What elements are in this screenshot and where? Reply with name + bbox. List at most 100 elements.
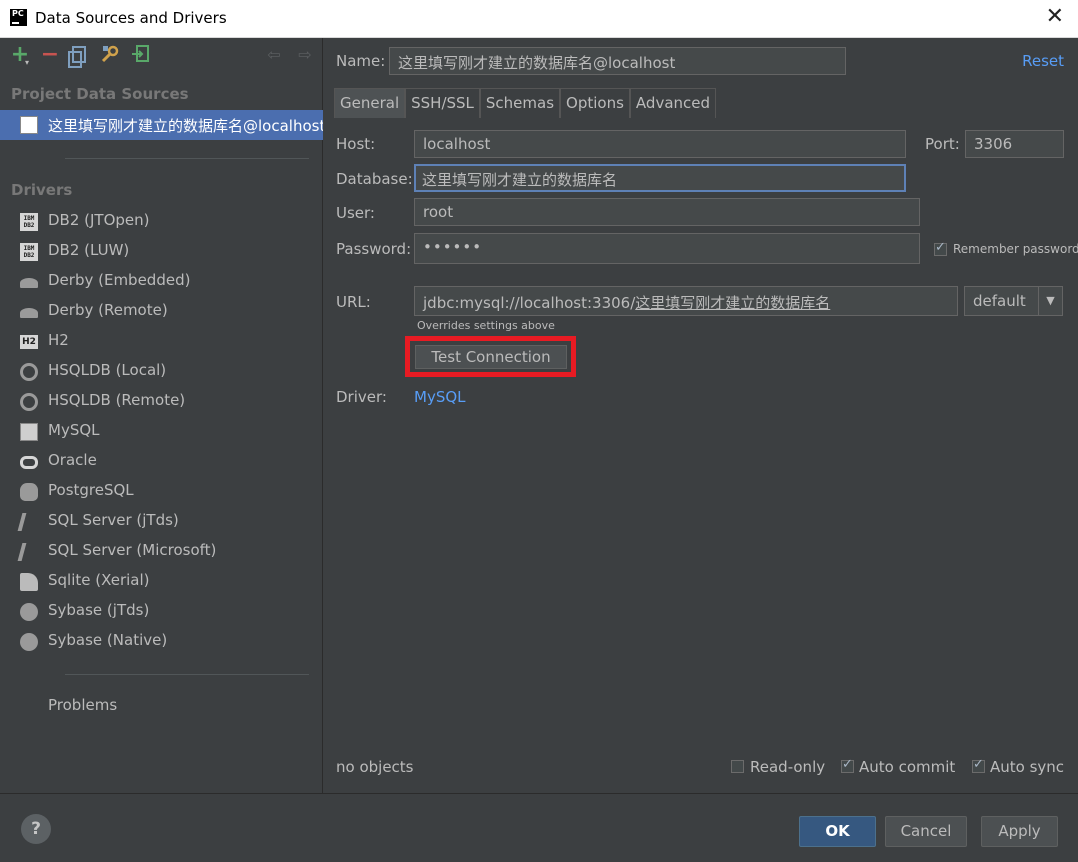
driver-item-sybase-jtds[interactable]: Sybase (jTds) — [0, 597, 323, 627]
driver-label: SQL Server (Microsoft) — [48, 541, 217, 559]
add-icon[interactable]: + ▾ — [9, 44, 31, 68]
back-arrow-icon[interactable]: ⇦ — [263, 44, 285, 66]
apply-button[interactable]: Apply — [981, 816, 1058, 847]
driver-item-oracle[interactable]: Oracle — [0, 447, 323, 477]
driver-item-postgresql[interactable]: PostgreSQL — [0, 477, 323, 507]
left-panel: + ▾ − ⇦ ⇨ Project Data Sources 这里填写刚才建立的数… — [0, 38, 323, 793]
url-input[interactable]: jdbc:mysql://localhost:3306/这里填写刚才建立的数据库… — [414, 286, 958, 316]
user-label: User: — [336, 204, 375, 222]
tab-options[interactable]: Options — [560, 88, 630, 118]
password-input[interactable]: •••••• — [414, 233, 920, 264]
oracle-icon — [20, 456, 38, 469]
driver-item-hsqldb-local[interactable]: HSQLDB (Local) — [0, 357, 323, 387]
duplicate-icon[interactable] — [68, 44, 90, 68]
driver-properties-icon[interactable] — [99, 44, 121, 66]
auto-sync-label: Auto sync — [990, 758, 1065, 776]
driver-item-sqlserver-microsoft[interactable]: SQL Server (Microsoft) — [0, 537, 323, 567]
driver-item-derby-embedded[interactable]: Derby (Embedded) — [0, 267, 323, 297]
tab-ssh-ssl[interactable]: SSH/SSL — [405, 88, 480, 118]
tab-schemas[interactable]: Schemas — [479, 88, 561, 118]
driver-label: DB2 (LUW) — [48, 241, 130, 259]
mysql-icon — [20, 423, 38, 441]
remove-icon[interactable]: − — [39, 44, 61, 66]
right-panel: Name: 这里填写刚才建立的数据库名@localhost Reset Gene… — [324, 38, 1078, 793]
left-toolbar: + ▾ − ⇦ ⇨ — [0, 38, 323, 76]
driver-item-mysql[interactable]: MySQL — [0, 417, 323, 447]
driver-item-db2-jtopen[interactable]: IBM DB2 DB2 (JTOpen) — [0, 207, 323, 237]
pc-icon: PC — [10, 9, 27, 26]
mysql-icon — [20, 116, 38, 134]
data-source-item-selected[interactable]: 这里填写刚才建立的数据库名@localhost — [0, 110, 323, 140]
hsqldb-icon — [20, 363, 38, 381]
forward-arrow-icon[interactable]: ⇨ — [294, 44, 316, 66]
tab-bar: General SSH/SSL Schemas Options Advanced — [334, 88, 717, 118]
url-database-link: 这里填写刚才建立的数据库名 — [635, 294, 831, 312]
tab-general[interactable]: General — [334, 88, 406, 118]
cancel-button[interactable]: Cancel — [885, 816, 967, 847]
driver-label: Driver: — [336, 388, 387, 406]
read-only-checkbox[interactable] — [731, 760, 744, 773]
auto-sync-checkbox[interactable] — [972, 757, 985, 773]
window-title: Data Sources and Drivers — [35, 9, 227, 27]
auto-commit-label: Auto commit — [859, 758, 956, 776]
read-only-label: Read-only — [750, 758, 826, 776]
h2-icon: H2 — [20, 335, 38, 349]
driver-item-sqlite-xerial[interactable]: Sqlite (Xerial) — [0, 567, 323, 597]
ok-button[interactable]: OK — [799, 816, 876, 847]
divider — [65, 674, 309, 675]
close-icon[interactable]: ✕ — [1046, 6, 1064, 28]
driver-item-db2-luw[interactable]: IBM DB2 DB2 (LUW) — [0, 237, 323, 267]
driver-label: Sqlite (Xerial) — [48, 571, 150, 589]
url-mode-value: default — [973, 292, 1026, 310]
password-label: Password: — [336, 240, 412, 258]
url-prefix: jdbc:mysql://localhost:3306/ — [423, 294, 636, 312]
host-input[interactable]: localhost — [414, 130, 906, 158]
sqlserver-icon — [17, 513, 41, 531]
user-input[interactable]: root — [414, 198, 920, 226]
db2-icon: IBM DB2 — [20, 213, 38, 231]
project-data-sources-heading: Project Data Sources — [11, 85, 189, 103]
database-input[interactable]: 这里填写刚才建立的数据库名 — [414, 164, 906, 192]
driver-item-hsqldb-remote[interactable]: HSQLDB (Remote) — [0, 387, 323, 417]
url-mode-select[interactable]: default ▼ — [964, 286, 1063, 316]
driver-item-derby-remote[interactable]: Derby (Remote) — [0, 297, 323, 327]
driver-list: IBM DB2 DB2 (JTOpen) IBM DB2 DB2 (LUW) Der… — [0, 207, 323, 657]
driver-label: H2 — [48, 331, 69, 349]
hsqldb-icon — [20, 393, 38, 411]
sybase-icon — [20, 603, 38, 621]
name-input[interactable]: 这里填写刚才建立的数据库名@localhost — [389, 47, 846, 75]
port-label: Port: — [925, 135, 960, 153]
drivers-heading: Drivers — [11, 181, 73, 199]
auto-commit-checkbox[interactable] — [841, 757, 854, 773]
footer-bar: ? OK Cancel Apply — [0, 793, 1078, 862]
driver-item-sqlserver-jtds[interactable]: SQL Server (jTds) — [0, 507, 323, 537]
port-input[interactable]: 3306 — [965, 130, 1064, 158]
chevron-down-icon: ▼ — [1038, 287, 1062, 315]
help-icon[interactable]: ? — [21, 814, 51, 844]
sqlserver-icon — [17, 543, 41, 561]
derby-icon — [20, 278, 38, 288]
remember-password-checkbox[interactable] — [934, 240, 947, 256]
derby-icon — [20, 308, 38, 318]
name-label: Name: — [336, 52, 386, 70]
reset-link[interactable]: Reset — [1022, 52, 1064, 70]
driver-link[interactable]: MySQL — [414, 388, 466, 406]
status-text: no objects — [336, 758, 414, 776]
driver-item-h2[interactable]: H2 H2 — [0, 327, 323, 357]
import-icon[interactable] — [130, 44, 152, 66]
db2-icon: IBM DB2 — [20, 243, 38, 261]
driver-label: HSQLDB (Remote) — [48, 391, 186, 409]
divider — [65, 158, 309, 159]
url-label: URL: — [336, 293, 371, 311]
driver-item-sybase-native[interactable]: Sybase (Native) — [0, 627, 323, 657]
tab-advanced[interactable]: Advanced — [629, 88, 717, 118]
test-connection-button[interactable]: Test Connection — [415, 345, 567, 369]
sybase-icon — [20, 633, 38, 651]
problems-item[interactable]: Problems — [48, 696, 117, 714]
overrides-note: Overrides settings above — [417, 319, 555, 332]
driver-label: HSQLDB (Local) — [48, 361, 167, 379]
driver-label: Sybase (jTds) — [48, 601, 150, 619]
database-label: Database: — [336, 170, 413, 188]
host-label: Host: — [336, 135, 376, 153]
title-bar: PC Data Sources and Drivers ✕ — [0, 0, 1078, 38]
